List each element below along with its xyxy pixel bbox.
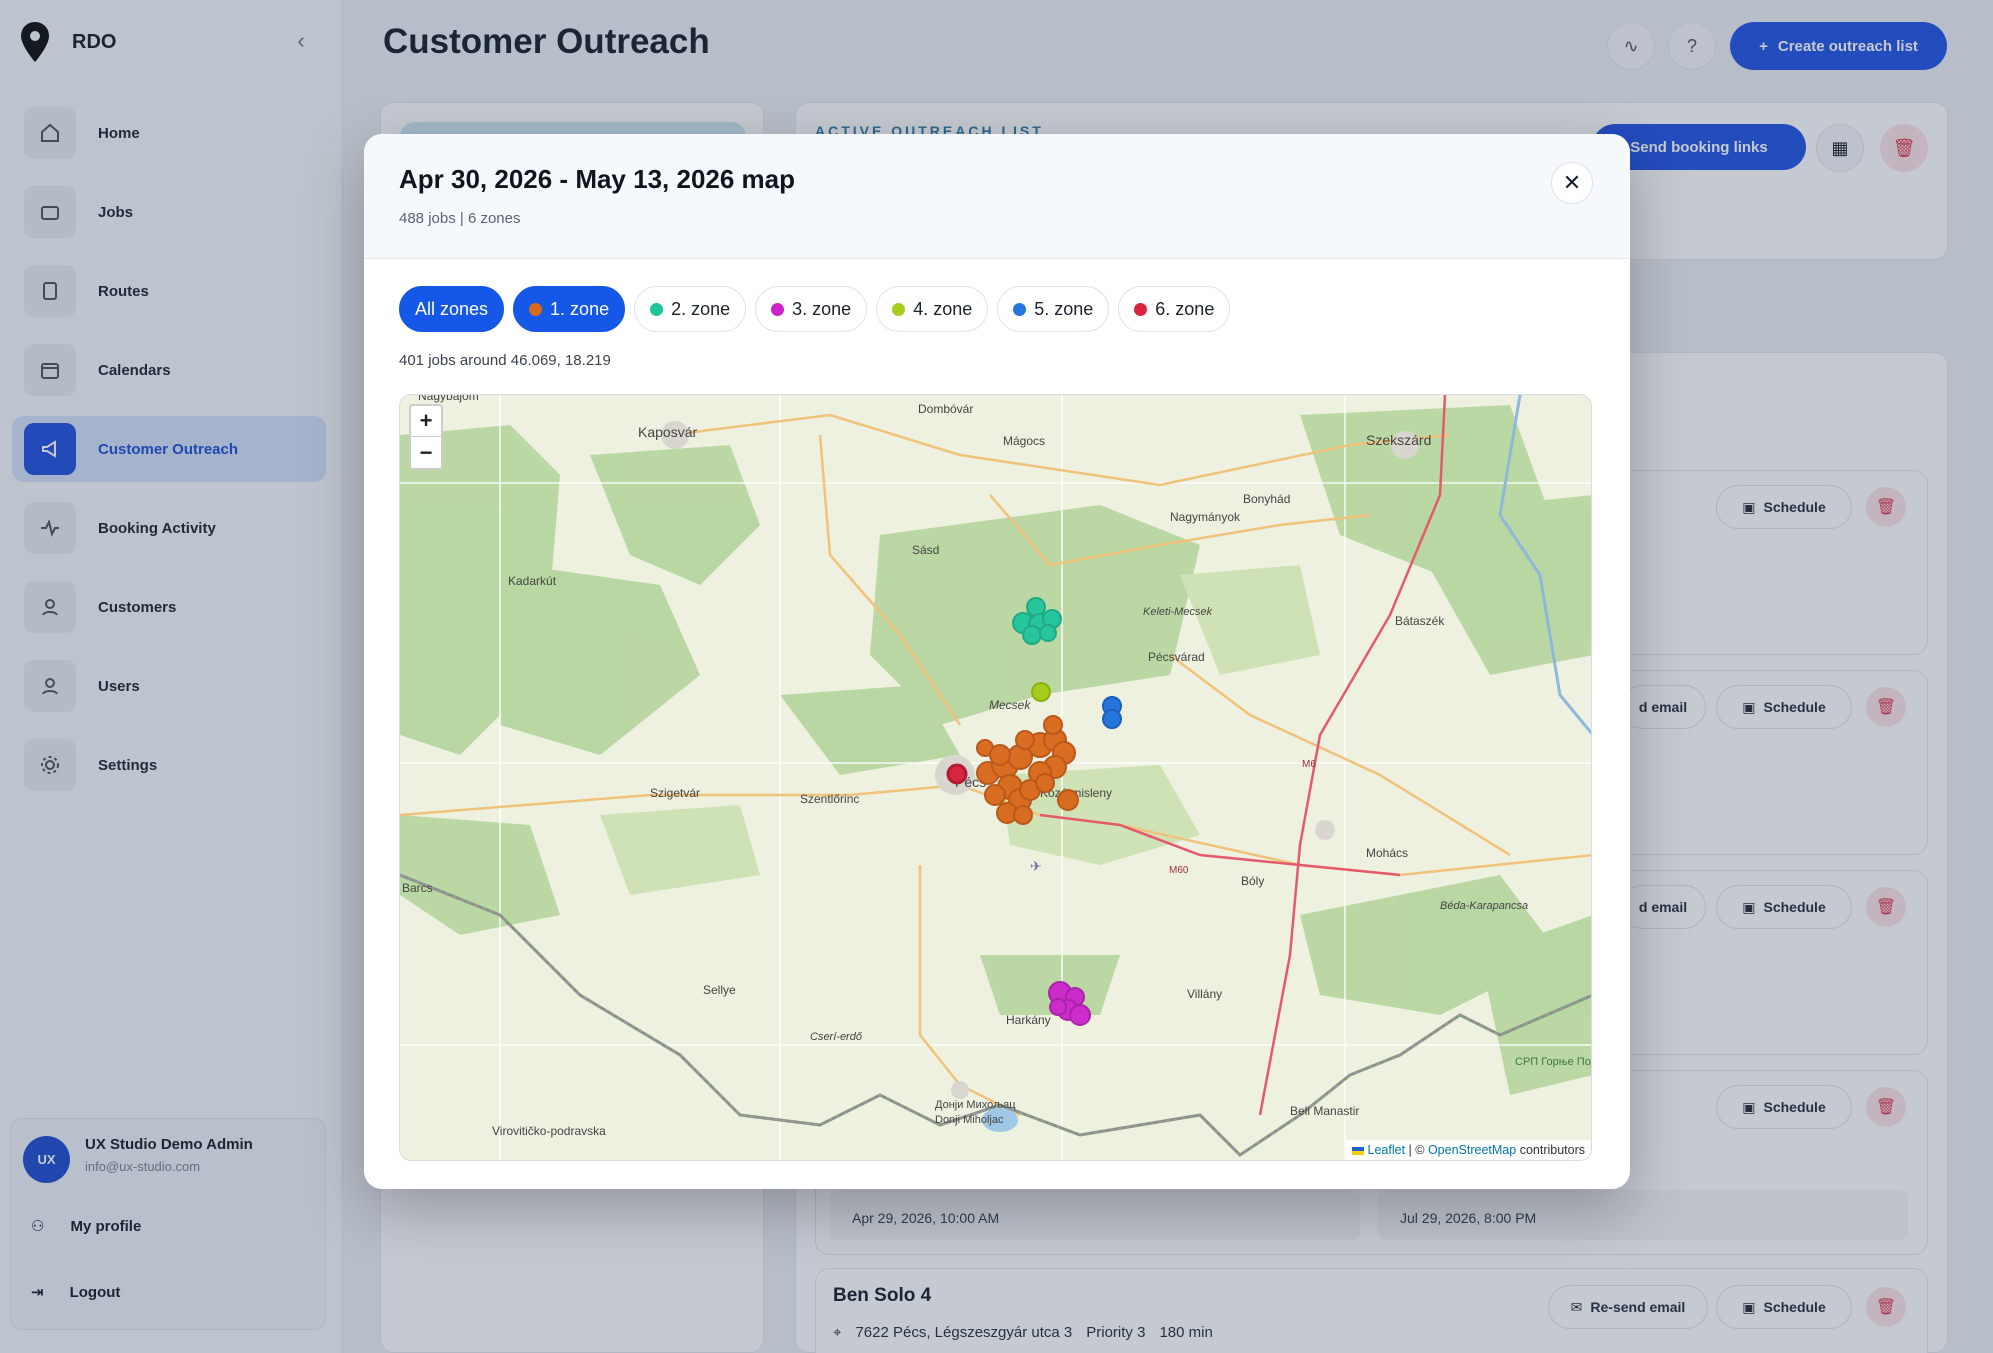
map-label: Barcs <box>402 881 433 895</box>
map-label: Kaposvár <box>638 424 697 440</box>
zone-chip-6[interactable]: 6. zone <box>1118 286 1231 332</box>
zone-dot <box>529 302 543 316</box>
zone-chip-label: All zones <box>415 298 489 319</box>
zone-chip-1[interactable]: 1. zone <box>513 286 626 332</box>
modal-subtitle: 488 jobs | 6 zones <box>399 210 521 227</box>
map-label: Béda-Karapancsa <box>1440 900 1528 912</box>
map-label: Virovitičko-podravska <box>492 1124 606 1138</box>
map-label: Sásd <box>912 543 939 557</box>
zone-6-marker[interactable] <box>946 763 968 785</box>
map-label: Harkány <box>1006 1013 1051 1027</box>
zone-chip-label: 1. zone <box>550 298 610 319</box>
zone-chip-label: 4. zone <box>913 298 973 319</box>
zone-chip-3[interactable]: 3. zone <box>755 286 868 332</box>
zone-dot <box>892 302 906 316</box>
zone-dot <box>1134 302 1148 316</box>
zone-chip-5[interactable]: 5. zone <box>997 286 1110 332</box>
map-label: Bonyhád <box>1243 492 1290 506</box>
map-tiles: Nagybajom Kaposvár Dombóvár Mágocs Szeks… <box>400 395 1592 1160</box>
zone-chip-4[interactable]: 4. zone <box>876 286 989 332</box>
map-label: Sellye <box>703 983 736 997</box>
ukraine-flag-icon <box>1352 1146 1365 1155</box>
zoom-control: + − <box>409 404 443 470</box>
airport-icon: ✈ <box>1030 858 1042 874</box>
map-label: СРП Горње Подунавље <box>1515 1056 1592 1068</box>
zone-chip-label: 6. zone <box>1155 298 1215 319</box>
map-label: Villány <box>1187 987 1222 1001</box>
map-label: Донји Михољац <box>935 1099 1016 1111</box>
map-label: Dombóvár <box>918 402 973 416</box>
map-label: Szekszárd <box>1366 432 1431 448</box>
leaflet-link[interactable]: Leaflet <box>1368 1143 1406 1157</box>
attribution-tail: contributors <box>1519 1143 1585 1157</box>
jobs-summary: 401 jobs around 46.069, 18.219 <box>399 352 611 369</box>
map-label: Pécsvárad <box>1148 650 1205 664</box>
map-label: Nagymányok <box>1170 510 1241 524</box>
zone-dot <box>1013 302 1027 316</box>
map-label: Donji Miholjac <box>935 1114 1004 1126</box>
map-label: Kadarkút <box>508 574 557 588</box>
zone-5-markers[interactable] <box>1102 696 1122 729</box>
map-label: Mágocs <box>1003 434 1045 448</box>
zone-chip-2[interactable]: 2. zone <box>634 286 747 332</box>
map-label: Beli Manastir <box>1290 1104 1359 1118</box>
zone-dot <box>771 302 785 316</box>
map-label: Nagybajom <box>418 395 479 403</box>
zone-4-marker[interactable] <box>1031 682 1051 702</box>
zoom-out-button[interactable]: − <box>411 437 441 468</box>
map-label: Bátaszék <box>1395 614 1445 628</box>
map-attribution: Leaflet | © OpenStreetMap contributors <box>1346 1140 1591 1160</box>
zone-chip-all[interactable]: All zones <box>399 286 505 332</box>
zone-chip-label: 2. zone <box>671 298 731 319</box>
zoom-in-button[interactable]: + <box>411 406 441 437</box>
zone-dot <box>650 302 664 316</box>
close-button[interactable]: ✕ <box>1551 162 1593 204</box>
close-icon: ✕ <box>1562 170 1582 195</box>
map-label: Keleti-Mecsek <box>1143 606 1213 618</box>
modal-title: Apr 30, 2026 - May 13, 2026 map <box>399 164 796 194</box>
map-label: M6 <box>1302 759 1316 770</box>
map-label: Mecsek <box>989 698 1031 712</box>
attribution-separator: | © <box>1408 1143 1425 1157</box>
map-view[interactable]: Nagybajom Kaposvár Dombóvár Mágocs Szeks… <box>399 394 1592 1161</box>
map-label: Szentlőrinc <box>800 792 859 806</box>
zone-chip-label: 3. zone <box>792 298 852 319</box>
map-label: Cserí-erdő <box>810 1031 863 1043</box>
map-label: Bóly <box>1241 874 1264 888</box>
map-modal: Apr 30, 2026 - May 13, 2026 map 488 jobs… <box>364 134 1630 1189</box>
map-label: Mohács <box>1366 846 1408 860</box>
map-label: Szigetvár <box>650 786 700 800</box>
modal-header: Apr 30, 2026 - May 13, 2026 map 488 jobs… <box>364 134 1630 259</box>
osm-link[interactable]: OpenStreetMap <box>1428 1143 1516 1157</box>
zone-filter: All zones 1. zone 2. zone 3. zone 4. zon… <box>399 286 1231 332</box>
map-label: M60 <box>1169 865 1189 876</box>
zone-chip-label: 5. zone <box>1034 298 1094 319</box>
